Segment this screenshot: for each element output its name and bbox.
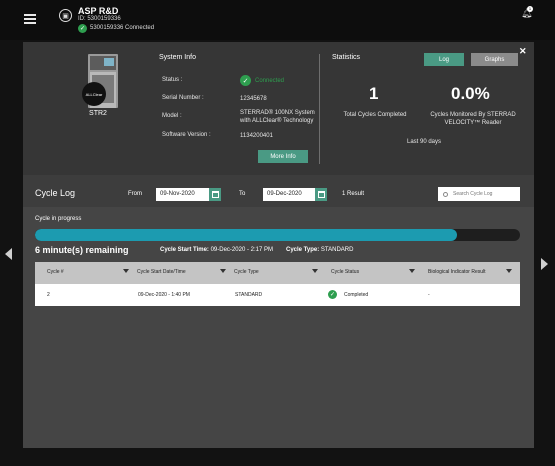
to-label: To bbox=[239, 191, 246, 197]
column-header-type[interactable]: Cycle Type bbox=[234, 269, 259, 275]
cell-cycle: 2 bbox=[47, 292, 50, 298]
from-label: From bbox=[128, 191, 142, 197]
sort-caret-icon[interactable] bbox=[506, 269, 512, 273]
result-count: 1 Result bbox=[342, 191, 365, 197]
sort-caret-icon[interactable] bbox=[123, 269, 129, 273]
calendar-icon[interactable] bbox=[315, 188, 327, 201]
search-box[interactable] bbox=[438, 187, 520, 201]
calendar-icon[interactable] bbox=[209, 188, 221, 201]
cycle-start-time-value: 09-Dec-2020 - 2:17 PM bbox=[210, 247, 273, 253]
completed-check-icon: ✓ bbox=[328, 290, 337, 299]
time-remaining: 6 minute(s) remaining bbox=[35, 245, 129, 255]
cycle-progress-bar bbox=[35, 229, 520, 241]
cycle-in-progress-label: Cycle in progress bbox=[35, 216, 82, 222]
cycle-start-time: Cycle Start Time: 09-Dec-2020 - 2:17 PM bbox=[160, 247, 273, 253]
column-header-bi-result[interactable]: Biological Indicator Result bbox=[428, 269, 486, 275]
next-arrow-icon[interactable] bbox=[541, 258, 548, 270]
cycle-type-value: STANDARD bbox=[320, 247, 354, 253]
top-bar: ▣ ASP R&D ID: 5300159336 ✓ 5300159336 Co… bbox=[0, 0, 555, 40]
notification-badge: 1 bbox=[527, 6, 533, 12]
cycle-log-title: Cycle Log bbox=[35, 188, 76, 198]
previous-arrow-icon[interactable] bbox=[5, 248, 12, 260]
cell-bi-result: - bbox=[428, 292, 430, 298]
department-id: ID: 5300159336 bbox=[78, 16, 121, 22]
cell-status: Completed bbox=[344, 292, 369, 298]
sort-caret-icon[interactable] bbox=[220, 269, 226, 273]
table-header: Cycle # Cycle Start Date/Time Cycle Type… bbox=[35, 262, 520, 284]
search-icon bbox=[443, 191, 448, 197]
department-name: ASP R&D bbox=[78, 6, 119, 16]
table-row[interactable]: 2 09-Dec-2020 - 1:40 PM STANDARD ✓ Compl… bbox=[35, 284, 520, 306]
cycle-start-time-label: Cycle Start Time: bbox=[160, 247, 209, 253]
check-icon: ✓ bbox=[78, 24, 87, 33]
connection-status: 5300159336 Connected bbox=[90, 25, 155, 31]
column-header-status[interactable]: Cycle Status bbox=[331, 269, 359, 275]
menu-icon[interactable] bbox=[24, 14, 36, 24]
column-header-cycle[interactable]: Cycle # bbox=[47, 269, 64, 275]
cycle-type: Cycle Type: STANDARD bbox=[286, 247, 353, 253]
cycle-type-label: Cycle Type: bbox=[286, 247, 320, 253]
sort-caret-icon[interactable] bbox=[409, 269, 415, 273]
department-icon: ▣ bbox=[59, 9, 72, 22]
cell-start: 09-Dec-2020 - 1:40 PM bbox=[138, 292, 190, 298]
cell-type: STANDARD bbox=[235, 292, 263, 298]
search-input[interactable] bbox=[453, 191, 513, 197]
cycle-progress-fill bbox=[35, 229, 457, 241]
cycle-log-section: Cycle Log From To 1 Result Cycle in prog… bbox=[23, 42, 534, 448]
column-header-start[interactable]: Cycle Start Date/Time bbox=[137, 269, 186, 275]
sort-caret-icon[interactable] bbox=[312, 269, 318, 273]
